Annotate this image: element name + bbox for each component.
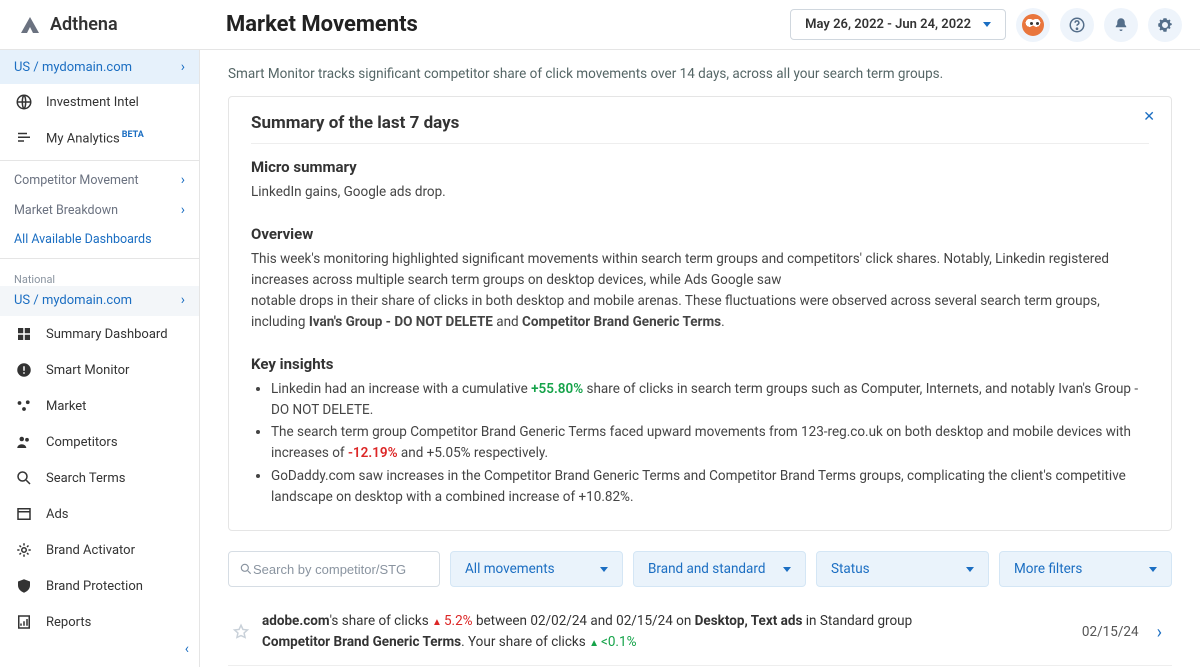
caret-down-icon bbox=[983, 22, 991, 27]
shield-icon bbox=[14, 577, 34, 595]
sidebar-item-label: Market bbox=[46, 399, 86, 414]
date-range-picker[interactable]: May 26, 2022 - Jun 24, 2022 bbox=[790, 9, 1006, 40]
sidebar-context-2[interactable]: US / mydomain.com › bbox=[0, 286, 199, 316]
chevron-right-icon: › bbox=[181, 172, 185, 188]
date-range-label: May 26, 2022 - Jun 24, 2022 bbox=[805, 17, 971, 32]
sidebar-item-market[interactable]: Market bbox=[0, 388, 199, 424]
caret-down-icon bbox=[600, 567, 608, 572]
sidebar-item-ads[interactable]: Ads bbox=[0, 496, 199, 532]
sidebar-item-brand-activator[interactable]: Brand Activator bbox=[0, 532, 199, 568]
micro-summary-heading: Micro summary bbox=[251, 158, 1149, 176]
caret-down-icon bbox=[783, 567, 791, 572]
all-dashboards-link[interactable]: All Available Dashboards bbox=[0, 225, 199, 254]
search-input[interactable] bbox=[253, 562, 429, 577]
sidebar-item-smart-monitor[interactable]: Smart Monitor bbox=[0, 352, 199, 388]
filter-brand-standard[interactable]: Brand and standard bbox=[633, 551, 806, 587]
sidebar-item-label: Summary Dashboard bbox=[46, 327, 168, 342]
filter-all-movements[interactable]: All movements bbox=[450, 551, 623, 587]
chevron-right-icon: › bbox=[181, 292, 185, 308]
brand-logo[interactable]: Adthena bbox=[18, 13, 208, 37]
competitors-icon bbox=[14, 433, 34, 451]
sidebar-item-search-terms[interactable]: Search Terms bbox=[0, 460, 199, 496]
micro-summary-text: LinkedIn gains, Google ads drop. bbox=[251, 182, 1149, 203]
owl-avatar[interactable] bbox=[1016, 8, 1050, 42]
sidebar-item-label: Brand Activator bbox=[46, 543, 135, 558]
filter-status[interactable]: Status bbox=[816, 551, 989, 587]
globe-icon bbox=[14, 93, 34, 111]
sidebar-item-my-analytics[interactable]: My AnalyticsBETA bbox=[0, 120, 199, 156]
movement-text: adobe.com's share of clicks 5.2% between… bbox=[262, 611, 1070, 653]
sidebar: US / mydomain.com › Investment Intel My … bbox=[0, 0, 200, 667]
beta-badge: BETA bbox=[122, 130, 144, 140]
sidebar-item-investment-intel[interactable]: Investment Intel bbox=[0, 84, 199, 120]
topbar: Adthena Market Movements May 26, 2022 - … bbox=[0, 0, 1200, 50]
activator-icon bbox=[14, 541, 34, 559]
sidebar-context[interactable]: US / mydomain.com › bbox=[0, 50, 199, 84]
sidebar-item-reports[interactable]: Reports bbox=[0, 604, 199, 640]
summary-card: ✕ Summary of the last 7 days Micro summa… bbox=[228, 96, 1172, 531]
intro-text: Smart Monitor tracks significant competi… bbox=[228, 66, 1172, 82]
alert-icon bbox=[14, 361, 34, 379]
sidebar-item-label: Competitors bbox=[46, 435, 118, 450]
sidebar-item-label: Search Terms bbox=[46, 471, 125, 486]
insight-item: Linkedin had an increase with a cumulati… bbox=[271, 379, 1149, 421]
up-arrow-icon bbox=[589, 634, 601, 650]
filter-more[interactable]: More filters bbox=[999, 551, 1172, 587]
sidebar-item-label: Brand Protection bbox=[46, 579, 143, 594]
help-button[interactable] bbox=[1060, 8, 1094, 42]
overview-heading: Overview bbox=[251, 225, 1149, 243]
key-insights-heading: Key insights bbox=[251, 355, 1149, 373]
sidebar-item-brand-protection[interactable]: Brand Protection bbox=[0, 568, 199, 604]
search-icon bbox=[239, 562, 253, 576]
context-label: US / mydomain.com bbox=[14, 60, 132, 75]
movement-date: 02/15/24 bbox=[1082, 624, 1139, 640]
notifications-button[interactable] bbox=[1104, 8, 1138, 42]
sidebar-item-label: Reports bbox=[46, 615, 91, 630]
main-content: Smart Monitor tracks significant competi… bbox=[200, 0, 1200, 667]
sidebar-item-label: Smart Monitor bbox=[46, 363, 129, 378]
movement-row: adobe.com's share of clicks 5.2% between… bbox=[228, 599, 1172, 666]
search-icon bbox=[14, 469, 34, 487]
owl-icon bbox=[1022, 14, 1044, 36]
sidebar-item-label: My AnalyticsBETA bbox=[46, 130, 144, 146]
market-icon bbox=[14, 397, 34, 415]
bell-icon bbox=[1112, 16, 1130, 34]
key-insights-list: Linkedin had an increase with a cumulati… bbox=[251, 379, 1149, 509]
sidebar-item-competitors[interactable]: Competitors bbox=[0, 424, 199, 460]
overview-text: This week's monitoring highlighted signi… bbox=[251, 249, 1149, 333]
page-title: Market Movements bbox=[226, 12, 418, 37]
settings-button[interactable] bbox=[1148, 8, 1182, 42]
collapse-sidebar-button[interactable]: ‹ bbox=[181, 637, 193, 661]
insight-item: GoDaddy.com saw increases in the Competi… bbox=[271, 466, 1149, 508]
search-input-wrap[interactable] bbox=[228, 551, 440, 587]
ads-icon bbox=[14, 505, 34, 523]
sidebar-sub-competitor-movement[interactable]: Competitor Movement› bbox=[0, 165, 199, 195]
sidebar-sub-market-breakdown[interactable]: Market Breakdown› bbox=[0, 195, 199, 225]
chevron-right-icon: › bbox=[181, 59, 185, 75]
caret-down-icon bbox=[966, 567, 974, 572]
sidebar-item-summary-dashboard[interactable]: Summary Dashboard bbox=[0, 316, 199, 352]
expand-row-button[interactable]: › bbox=[1151, 622, 1168, 643]
filters-row: All movements Brand and standard Status … bbox=[228, 551, 1172, 587]
sidebar-item-label: Investment Intel bbox=[46, 95, 139, 110]
analytics-icon bbox=[14, 129, 34, 147]
insight-item: The search term group Competitor Brand G… bbox=[271, 422, 1149, 464]
dashboard-icon bbox=[14, 325, 34, 343]
up-arrow-icon bbox=[432, 613, 444, 629]
logo-icon bbox=[18, 13, 42, 37]
gear-icon bbox=[1156, 16, 1174, 34]
chevron-right-icon: › bbox=[181, 202, 185, 218]
close-summary-button[interactable]: ✕ bbox=[1143, 109, 1155, 125]
brand-name: Adthena bbox=[50, 14, 118, 35]
sidebar-item-label: Ads bbox=[46, 507, 69, 522]
caret-down-icon bbox=[1149, 567, 1157, 572]
summary-title: Summary of the last 7 days bbox=[251, 113, 1149, 144]
national-label: National bbox=[0, 263, 199, 286]
star-icon[interactable] bbox=[232, 623, 250, 641]
help-icon bbox=[1068, 16, 1086, 34]
reports-icon bbox=[14, 613, 34, 631]
